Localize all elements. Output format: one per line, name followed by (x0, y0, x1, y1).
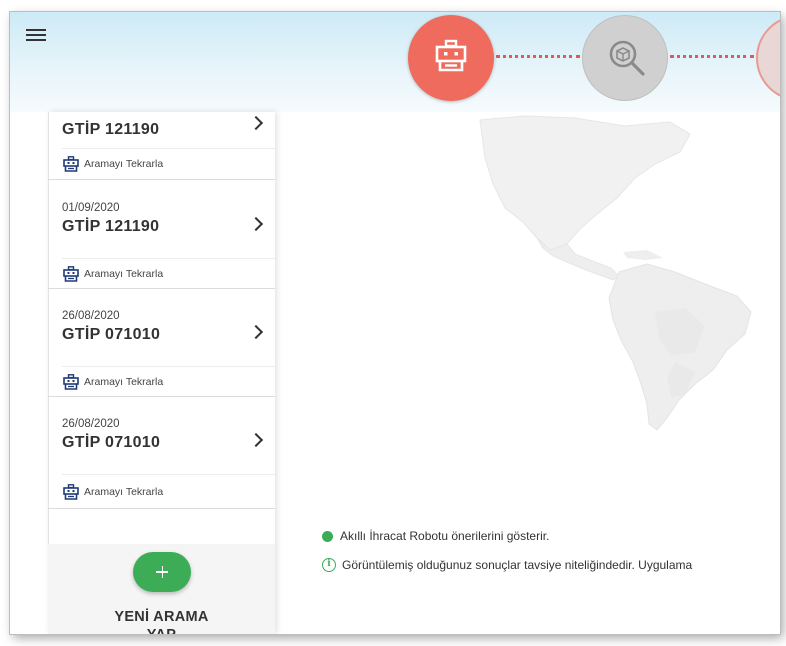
chevron-right-icon[interactable] (248, 216, 264, 232)
repeat-search-label: Aramayı Tekrarla (84, 158, 164, 170)
step-robot[interactable] (408, 15, 494, 101)
chevron-right-icon[interactable] (248, 432, 264, 448)
app-window: GTİP 121190 Aramayı Tekrarla 01/09/2020 … (10, 12, 780, 634)
record-code: GTİP 121190 (62, 218, 160, 235)
record-code: GTİP 071010 (62, 434, 161, 451)
list-item[interactable]: 26/08/2020 GTİP 071010 Aramayı Tekrarla (48, 396, 275, 509)
record-date: 26/08/2020 (62, 310, 120, 322)
step-search[interactable] (582, 15, 668, 101)
legend-disclaimer: i Görüntülemiş olduğunuz sonuçlar tavsiy… (322, 558, 692, 572)
green-dot-icon (322, 530, 333, 542)
robot-icon (63, 374, 79, 390)
step-connector (670, 55, 754, 58)
robot-icon (63, 484, 79, 500)
robot-icon (435, 39, 467, 72)
robot-icon (63, 266, 79, 282)
add-search-button[interactable] (133, 552, 191, 592)
list-item[interactable]: 01/09/2020 GTİP 121190 Aramayı Tekrarla (48, 180, 275, 289)
record-code: GTİP 121190 (62, 121, 160, 138)
record-header[interactable]: 26/08/2020 GTİP 071010 (48, 288, 275, 364)
record-header[interactable]: 26/08/2020 GTİP 071010 (48, 396, 275, 472)
repeat-search-link[interactable]: Aramayı Tekrarla (62, 264, 163, 284)
repeat-search-label: Aramayı Tekrarla (84, 486, 164, 498)
record-date: 01/09/2020 (62, 202, 120, 214)
record-header[interactable]: 01/09/2020 GTİP 121190 (48, 180, 275, 256)
repeat-search-link[interactable]: Aramayı Tekrarla (62, 154, 163, 174)
step-results[interactable] (756, 15, 780, 101)
chevron-right-icon[interactable] (248, 324, 264, 340)
list-item[interactable]: GTİP 121190 Aramayı Tekrarla (48, 112, 275, 180)
repeat-search-link[interactable]: Aramayı Tekrarla (62, 482, 163, 502)
hamburger-menu-icon[interactable] (26, 29, 46, 41)
package-search-icon (609, 40, 645, 76)
north-america-shape (479, 115, 691, 251)
info-icon: i (322, 558, 336, 572)
repeat-search-link[interactable]: Aramayı Tekrarla (62, 372, 163, 392)
new-search-section[interactable]: YENİ ARAMA YAP (48, 544, 275, 634)
world-map[interactable] (275, 112, 780, 634)
new-search-label[interactable]: YENİ ARAMA YAP (48, 608, 275, 634)
chevron-right-icon[interactable] (248, 115, 264, 131)
record-date: 26/08/2020 (62, 418, 120, 430)
search-history-list: GTİP 121190 Aramayı Tekrarla 01/09/2020 … (48, 112, 275, 634)
legend-robot-suggestion: Akıllı İhracat Robotu önerilerini göster… (322, 529, 549, 543)
list-item[interactable]: 26/08/2020 GTİP 071010 Aramayı Tekrarla (48, 288, 275, 397)
robot-icon (63, 156, 79, 172)
repeat-search-label: Aramayı Tekrarla (84, 268, 164, 280)
step-connector (496, 55, 580, 58)
record-code: GTİP 071010 (62, 326, 161, 343)
caribbean-shape (623, 250, 663, 260)
header-bar (10, 12, 780, 112)
repeat-search-label: Aramayı Tekrarla (84, 376, 164, 388)
